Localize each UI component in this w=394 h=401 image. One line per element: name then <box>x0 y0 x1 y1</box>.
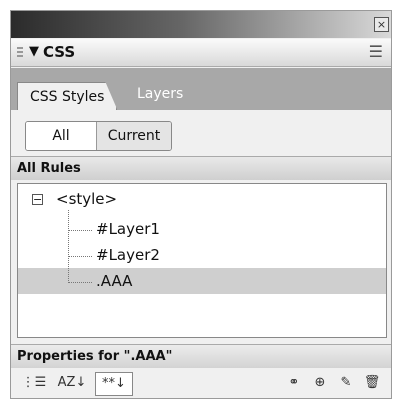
new-css-rule-icon[interactable]: ⊕ <box>309 372 331 394</box>
edit-style-icon[interactable]: ✎ <box>335 372 357 394</box>
tab-bar: CSS Styles Layers <box>11 68 391 110</box>
close-icon[interactable]: × <box>374 17 389 32</box>
grip-icon[interactable] <box>17 47 23 59</box>
collapse-node-icon[interactable]: − <box>32 194 43 205</box>
tree-node-aaa[interactable]: .AAA <box>96 272 132 290</box>
rules-tree: − <style> #Layer1 #Layer2 .AAA <box>17 183 387 338</box>
properties-toolbar: ⋮☰ AZ↓ **↓ ⚭ ⊕ ✎ 🗑 <box>11 368 391 398</box>
view-mode-toggle: All Current <box>25 121 172 151</box>
category-view-icon[interactable]: ⋮☰ <box>21 372 47 394</box>
tree-node-layer1[interactable]: #Layer1 <box>96 220 160 238</box>
css-panel-window: × ▼ CSS ☰ CSS Styles Layers All Current … <box>10 10 392 399</box>
tree-connector <box>68 256 92 257</box>
current-mode-button[interactable]: Current <box>97 122 171 150</box>
all-rules-header: All Rules <box>11 156 391 180</box>
tree-connector <box>68 210 69 283</box>
selected-row-highlight <box>18 268 386 294</box>
delete-css-rule-icon[interactable]: 🗑 <box>361 372 383 394</box>
tab-css-styles[interactable]: CSS Styles <box>17 82 118 110</box>
panel-title: CSS <box>43 43 76 61</box>
all-mode-button[interactable]: All <box>26 122 97 150</box>
panel-options-menu-icon[interactable]: ☰ <box>369 42 383 61</box>
tree-node-style[interactable]: <style> <box>56 190 117 208</box>
tree-node-layer2[interactable]: #Layer2 <box>96 246 160 264</box>
window-titlebar[interactable]: × <box>11 11 391 38</box>
alphabetical-view-icon[interactable]: AZ↓ <box>55 372 89 394</box>
attach-stylesheet-icon[interactable]: ⚭ <box>283 372 305 394</box>
tree-connector <box>68 282 92 283</box>
properties-header: Properties for ".AAA" <box>11 344 391 368</box>
tree-connector <box>68 230 92 231</box>
panel-header[interactable]: ▼ CSS ☰ <box>11 39 391 67</box>
tab-layers[interactable]: Layers <box>137 86 183 102</box>
show-set-properties-icon[interactable]: **↓ <box>95 372 133 396</box>
collapse-triangle-icon[interactable]: ▼ <box>29 44 39 59</box>
